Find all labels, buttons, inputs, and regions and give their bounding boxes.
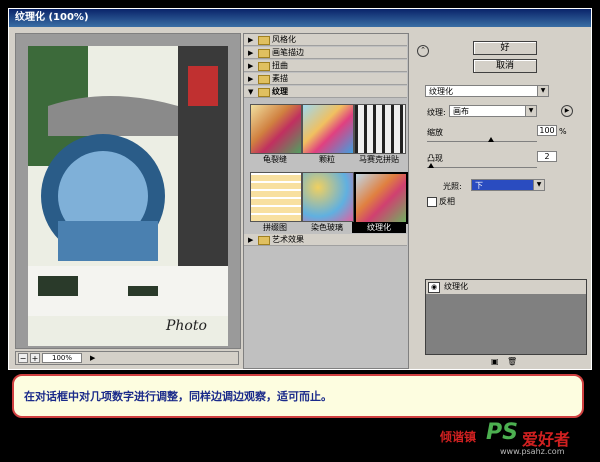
- chevron-down-icon: ▼: [525, 106, 536, 116]
- thumb-patchwork[interactable]: [250, 172, 302, 222]
- folder-icon: [258, 62, 270, 71]
- zoom-bar: − + 100% ▶: [15, 351, 239, 365]
- eye-icon[interactable]: ◉: [428, 282, 440, 293]
- scale-label: 缩放: [427, 128, 443, 137]
- thumb-texturizer-selected[interactable]: [354, 172, 408, 224]
- settings-panel: ⌃ 好 取消 纹理化 ▼ 纹理: 画布 ▼ ▶ 缩放 100 % 凸现 2 光照: …: [413, 31, 589, 367]
- thumb-label: 拼缀图: [263, 223, 287, 232]
- light-select[interactable]: 下 ▼: [471, 179, 545, 191]
- dialog-title: 纹理化 (100%): [9, 9, 591, 27]
- filter-dialog: 纹理化 (100%) Photo − + 100% ▶ ▶ 风格化 ▶ 画笔描边…: [8, 8, 592, 370]
- category-brush-strokes[interactable]: ▶ 画笔描边: [244, 47, 407, 59]
- invert-checkbox[interactable]: [427, 197, 437, 207]
- relief-slider[interactable]: [427, 167, 537, 168]
- cancel-button[interactable]: 取消: [473, 59, 537, 73]
- texture-menu-icon[interactable]: ▶: [561, 105, 573, 117]
- ok-button[interactable]: 好: [473, 41, 537, 55]
- watermark-left: 倾谐镇: [440, 430, 477, 444]
- relief-input[interactable]: 2: [537, 151, 557, 162]
- expand-arrow-icon: ▶: [248, 49, 254, 57]
- filter-gallery: ▶ 风格化 ▶ 画笔描边 ▶ 扭曲 ▶ 素描 ▼ 纹理 龟裂缝 颗粒 马赛克拼贴 拼缀图 …: [243, 33, 409, 369]
- watermark-url: www.psahz.com: [500, 447, 565, 456]
- preview-image: Photo: [28, 46, 228, 346]
- effect-layers-panel: ◉ 纹理化: [425, 279, 587, 355]
- photo-illustration: [28, 46, 228, 346]
- effect-layer-name: 纹理化: [444, 282, 468, 291]
- category-texture[interactable]: ▼ 纹理: [244, 86, 407, 98]
- thumb-label-selected: 纹理化: [352, 222, 406, 233]
- thumb-grain[interactable]: [302, 104, 354, 154]
- folder-icon: [258, 236, 270, 245]
- collapse-arrow-icon: ▼: [248, 88, 254, 96]
- watermark-ps-logo: PS: [486, 420, 518, 445]
- chevron-down-icon: ▼: [537, 86, 548, 96]
- expand-arrow-icon: ▶: [248, 36, 254, 44]
- expand-arrow-icon: ▶: [248, 62, 254, 70]
- texture-label: 纹理:: [427, 108, 446, 117]
- category-distort[interactable]: ▶ 扭曲: [244, 60, 407, 72]
- light-label: 光照:: [443, 182, 462, 191]
- category-sketch[interactable]: ▶ 素描: [244, 73, 407, 85]
- thumb-label: 颗粒: [319, 155, 335, 164]
- thumb-label: 马赛克拼贴: [359, 155, 399, 164]
- expand-arrow-icon: ▶: [248, 236, 254, 244]
- photo-caption: Photo: [166, 318, 207, 334]
- collapse-icon[interactable]: ⌃: [417, 45, 429, 57]
- thumb-label: 龟裂缝: [263, 155, 287, 164]
- folder-icon: [258, 75, 270, 84]
- folder-icon: [258, 36, 270, 45]
- new-layer-icon[interactable]: ▣: [491, 357, 499, 366]
- texture-select[interactable]: 画布 ▼: [449, 105, 537, 117]
- thumb-label: 染色玻璃: [311, 223, 343, 232]
- category-stylize[interactable]: ▶ 风格化: [244, 34, 407, 46]
- effect-layer-row[interactable]: ◉ 纹理化: [426, 280, 586, 295]
- thumb-mosaic-tiles[interactable]: [354, 104, 406, 154]
- screenshot-frame: 纹理化 (100%) Photo − + 100% ▶ ▶ 风格化 ▶ 画笔描边…: [0, 0, 600, 462]
- folder-icon: [258, 49, 270, 58]
- zoom-in-button[interactable]: +: [30, 353, 40, 363]
- expand-arrow-icon: ▶: [248, 75, 254, 83]
- instruction-note: 在对话框中对几项数字进行调整，同样边调边观察，适可而止。: [12, 374, 584, 418]
- relief-slider-knob[interactable]: [428, 163, 435, 168]
- thumb-craquelure[interactable]: [250, 104, 302, 154]
- scale-input[interactable]: 100: [537, 125, 557, 136]
- category-artistic[interactable]: ▶ 艺术效果: [244, 234, 407, 246]
- preview-pane[interactable]: Photo: [15, 33, 241, 349]
- scale-slider-knob[interactable]: [487, 137, 494, 142]
- zoom-out-button[interactable]: −: [18, 353, 28, 363]
- zoom-arrow-icon[interactable]: ▶: [90, 354, 95, 362]
- filter-select[interactable]: 纹理化 ▼: [425, 85, 549, 97]
- invert-label: 反相: [439, 197, 455, 206]
- note-text: 在对话框中对几项数字进行调整，同样边调边观察，适可而止。: [24, 390, 332, 403]
- folder-icon: [258, 88, 270, 97]
- thumb-stained-glass[interactable]: [302, 172, 354, 222]
- chevron-down-icon: ▼: [533, 180, 544, 190]
- zoom-value[interactable]: 100%: [42, 353, 82, 363]
- scale-unit: %: [559, 127, 567, 136]
- trash-icon[interactable]: 🗑: [507, 357, 517, 366]
- scale-slider[interactable]: [427, 141, 537, 142]
